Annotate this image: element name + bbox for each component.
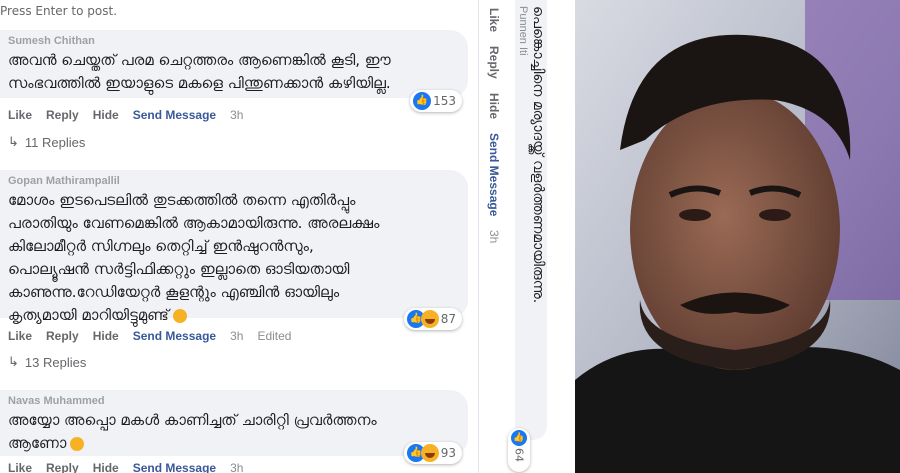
like-button[interactable]: Like [8, 329, 32, 343]
post-hint: Press Enter to post. [0, 4, 118, 18]
comment-line: അവൻ ചെയ്തത് പരമ ചെറ്റത്തരം ആണെങ്കിൽ കൂടി… [8, 51, 391, 69]
rotated-comment: Like Reply Hide Send Message 3h Punnen I… [478, 0, 558, 473]
reaction-count: 64 [512, 448, 526, 462]
timestamp[interactable]: 3h [230, 461, 243, 473]
timestamp[interactable]: 3h [230, 329, 243, 343]
haha-icon [420, 310, 439, 328]
comment-line: മോശം ഇടപെടലിൽ തുടക്കത്തിൽ തന്നെ എതിർപ്പു… [8, 191, 356, 209]
edited-label: Edited [257, 329, 292, 343]
comment-line: പൊല്യൂഷൻ സർട്ടിഫിക്കറ്റും ഇല്ലാതെ ഓടിയതാ… [8, 260, 350, 278]
haha-icon [420, 444, 439, 462]
left-eye [679, 209, 711, 221]
send-message-button[interactable]: Send Message [133, 329, 216, 343]
comment-author[interactable]: Punnen Iti [517, 6, 529, 56]
comment-line: അയ്യോ അപ്പൊ മകൾ കാണിച്ചത് ചാരിറ്റി പ്രവർ… [8, 411, 377, 429]
like-button[interactable]: Like [8, 108, 32, 122]
reply-arrow-icon: ↳ [8, 134, 19, 149]
reply-button[interactable]: Reply [487, 46, 501, 79]
comment-line: കൃത്യമായി മാറിയിട്ടുമുണ്ട് [8, 304, 456, 327]
comment-line-text: കൃത്യമായി മാറിയിട്ടുമുണ്ട് [8, 306, 169, 324]
comment-author[interactable]: Sumesh Chithan [8, 35, 456, 47]
like-button[interactable]: Like [487, 8, 501, 32]
comment-line: സംഭവത്തിൽ ഇയാളുടെ മകളെ പിന്തുണക്കാൻ കഴിയ… [8, 74, 391, 92]
like-button[interactable]: Like [8, 461, 32, 473]
reply-arrow-icon: ↳ [8, 354, 19, 369]
timestamp[interactable]: 3h [487, 230, 501, 243]
hide-button[interactable]: Hide [93, 108, 119, 122]
reaction-summary[interactable]: 👍 87 [403, 308, 462, 330]
reply-button[interactable]: Reply [46, 108, 79, 122]
comment-line: പരാതിയും വേണമെങ്കിൽ ആകാമായിരുന്നു. അരലക്… [8, 214, 380, 232]
portrait-photo [567, 0, 900, 473]
comment-bubble: Gopan Mathirampallil മോശം ഇടപെടലിൽ തുടക്… [0, 170, 468, 330]
comments-panel: Press Enter to post. Sumesh Chithan അവൻ … [0, 0, 478, 473]
hide-button[interactable]: Hide [487, 93, 501, 119]
comment-actions: Like Reply Hide Send Message 3h [487, 8, 501, 243]
comment-bubble: Sumesh Chithan അവൻ ചെയ്തത് പരമ ചെറ്റത്തര… [0, 30, 468, 112]
comment-line: ആണോ [8, 432, 456, 455]
comment-line-text: ആണോ [8, 434, 67, 452]
reply-button[interactable]: Reply [46, 461, 79, 473]
like-icon: 👍 [413, 92, 432, 110]
send-message-button[interactable]: Send Message [487, 133, 501, 216]
right-eye [759, 209, 791, 221]
comment-text: അയ്യോ അപ്പൊ മകൾ കാണിച്ചത് ചാരിറ്റി പ്രവർ… [8, 409, 456, 455]
comment-line: കിലോമീറ്റർ സിഗ്നലും തെറ്റിച്ച് ഇൻഷുറൻസും… [8, 237, 314, 255]
comment-author[interactable]: Navas Muhammed [8, 395, 456, 407]
reaction-count: 87 [440, 312, 456, 326]
emoji-icon [70, 436, 85, 451]
emoji-icon [172, 308, 187, 323]
view-replies[interactable]: ↳ 11 Replies [8, 134, 85, 150]
send-message-button[interactable]: Send Message [133, 461, 216, 473]
reply-button[interactable]: Reply [46, 329, 79, 343]
comment-actions: Like Reply Hide Send Message 3h Edited [8, 329, 291, 343]
comment-line: കാണുന്നു.റേഡിയേറ്റർ കൂളന്റും എഞ്ചിൻ ഓയില… [8, 283, 340, 301]
hide-button[interactable]: Hide [93, 329, 119, 343]
comment-actions: Like Reply Hide Send Message 3h [8, 108, 243, 122]
comment-text: പെങ്കൊച്ചിനെ മര്യാദയ്ക്ക് വളർത്തണമായിരുന… [530, 6, 546, 304]
comment-author[interactable]: Gopan Mathirampallil [8, 175, 456, 187]
like-icon: 👍 [511, 430, 527, 446]
replies-label[interactable]: 13 Replies [25, 355, 86, 370]
reaction-summary[interactable]: 👍 153 [410, 90, 462, 112]
reaction-summary[interactable]: 👍 93 [403, 442, 462, 464]
face [630, 90, 840, 370]
timestamp[interactable]: 3h [230, 108, 243, 122]
comment-text: അവൻ ചെയ്തത് പരമ ചെറ്റത്തരം ആണെങ്കിൽ കൂടി… [8, 49, 456, 95]
comment-actions: Like Reply Hide Send Message 3h [8, 461, 243, 473]
hide-button[interactable]: Hide [93, 461, 119, 473]
reaction-count: 153 [433, 94, 456, 108]
replies-label[interactable]: 11 Replies [25, 135, 85, 150]
reaction-count: 93 [440, 446, 456, 460]
send-message-button[interactable]: Send Message [133, 108, 216, 122]
reaction-summary[interactable]: 👍 64 [508, 428, 530, 472]
comment-bubble: Navas Muhammed അയ്യോ അപ്പൊ മകൾ കാണിച്ചത്… [0, 390, 468, 464]
comment-text: മോശം ഇടപെടലിൽ തുടക്കത്തിൽ തന്നെ എതിർപ്പു… [8, 189, 456, 327]
view-replies[interactable]: ↳ 13 Replies [8, 354, 86, 370]
portrait-illustration [575, 0, 900, 473]
